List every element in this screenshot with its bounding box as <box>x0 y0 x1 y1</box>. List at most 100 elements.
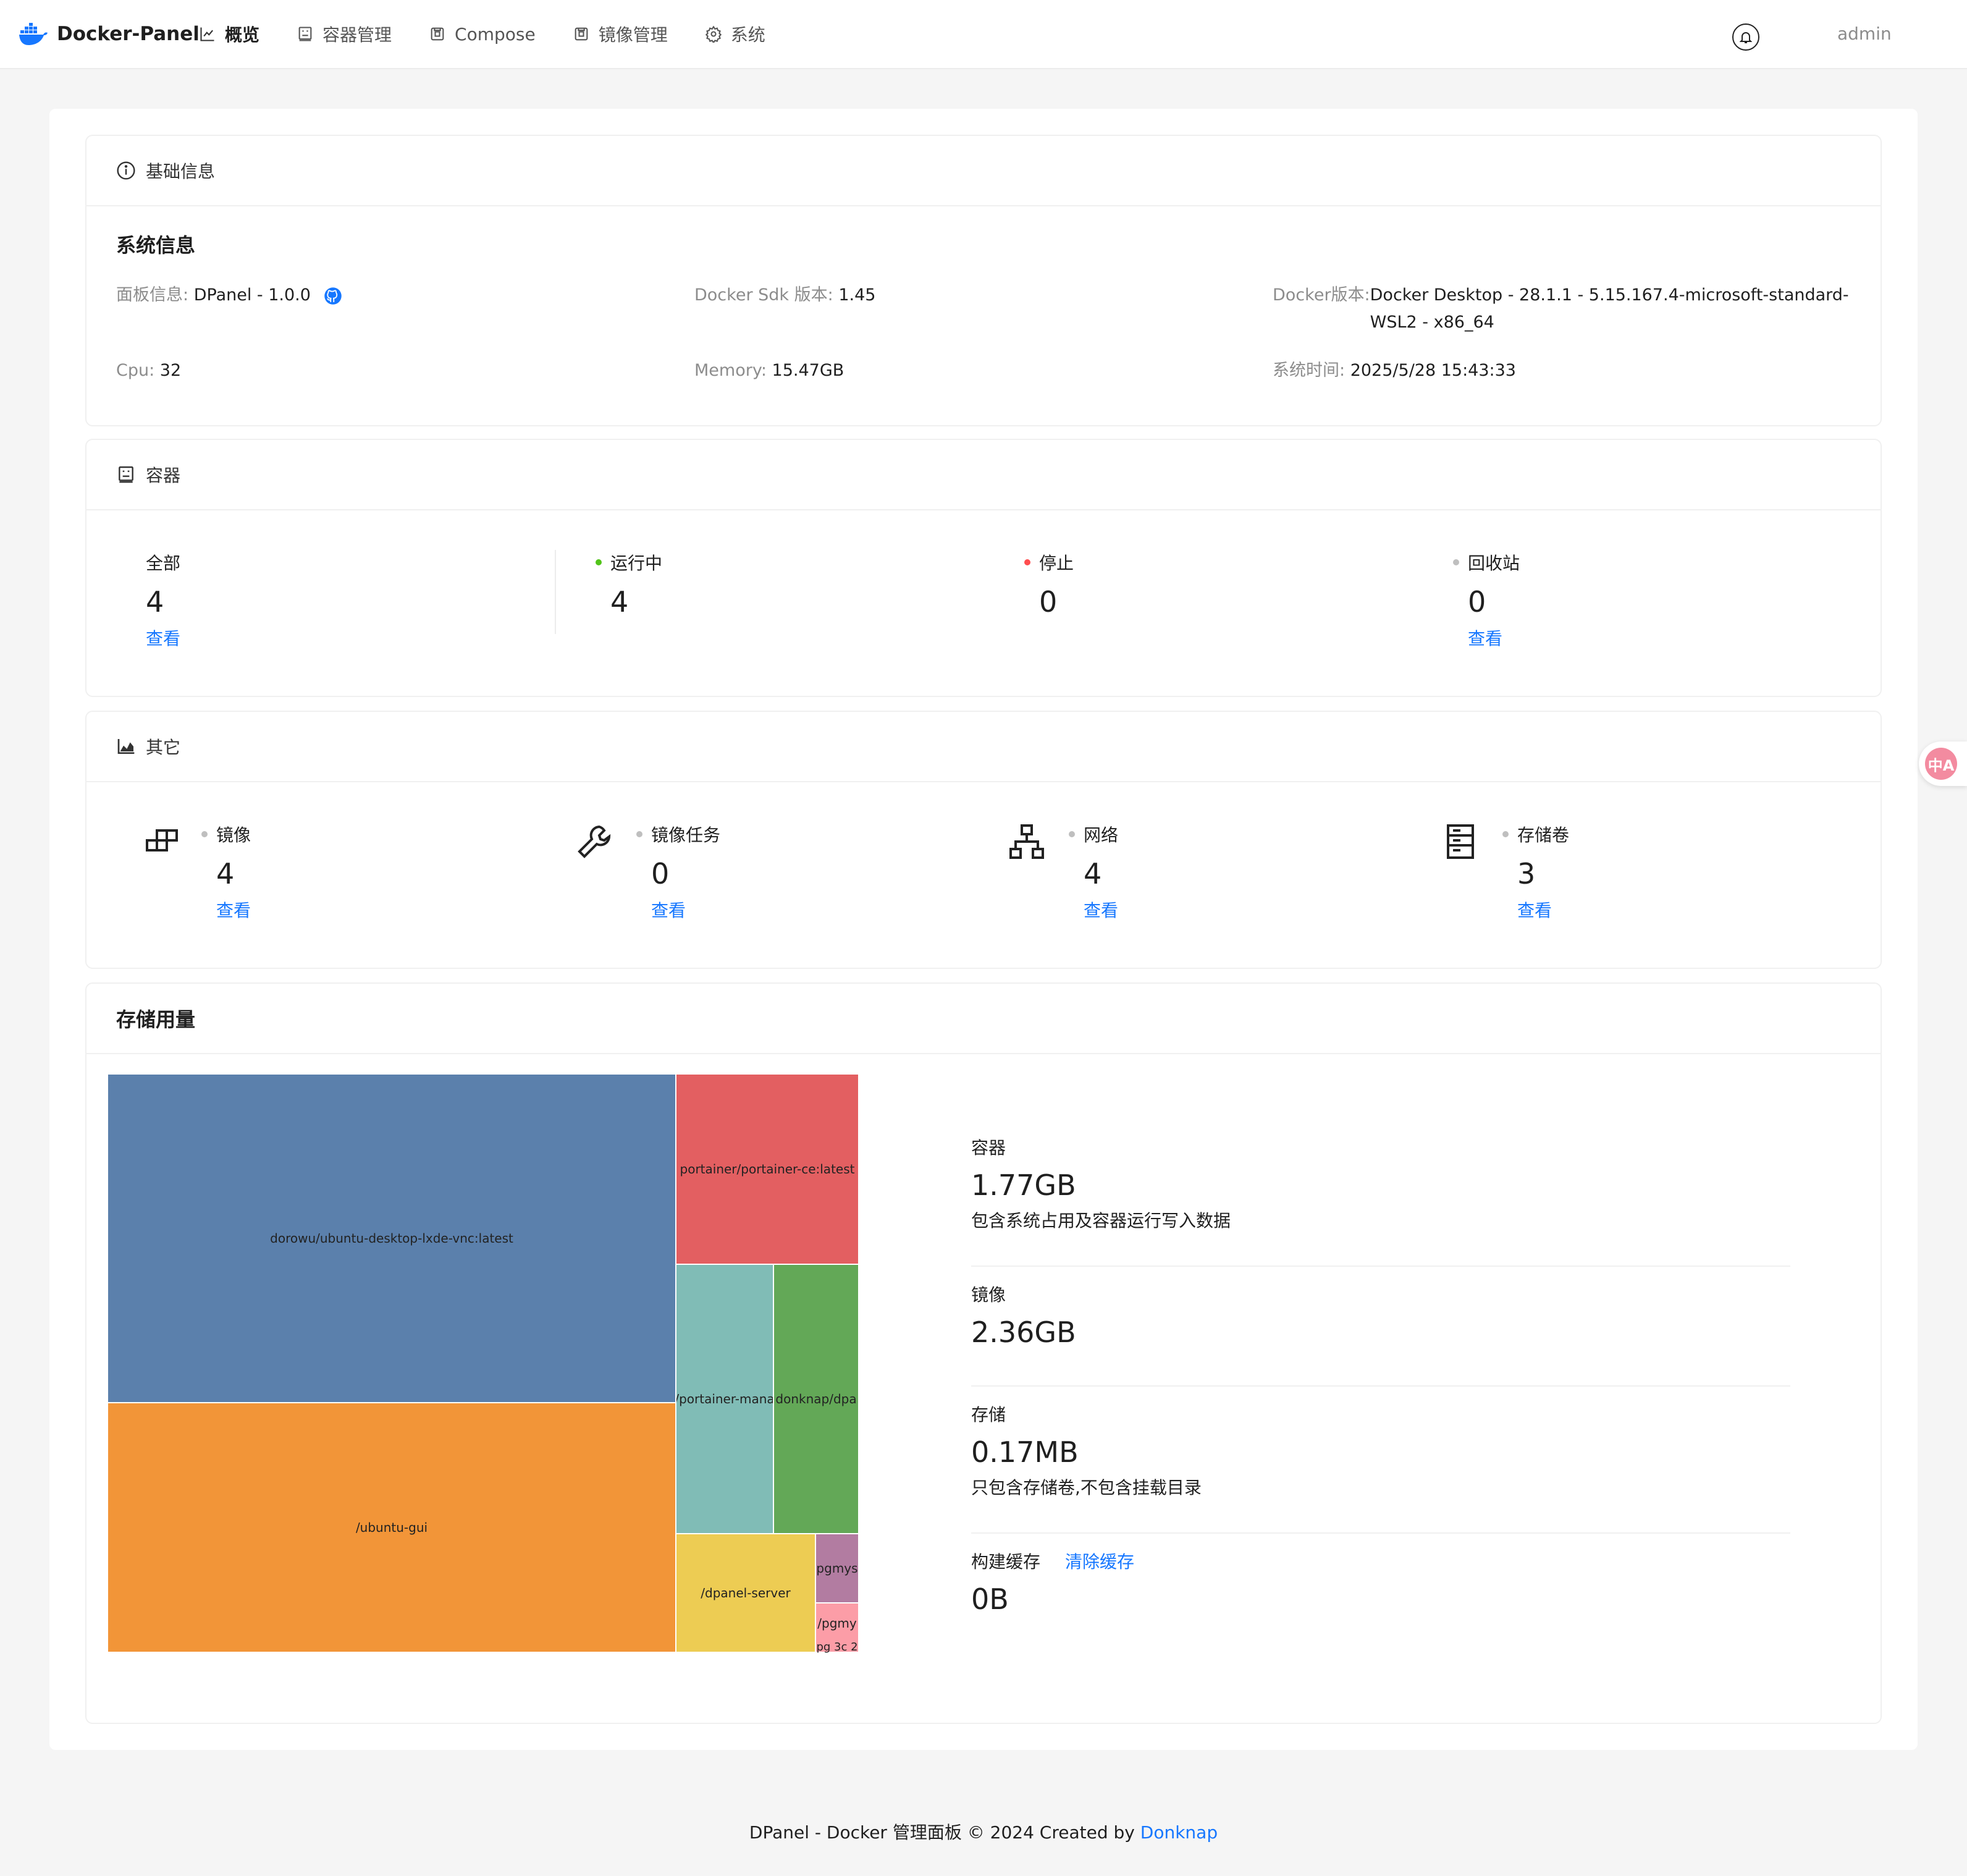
stat-value: 0.17MB <box>971 1435 1079 1469</box>
kv-value-line2: WSL2 - x86_64 <box>1370 313 1494 332</box>
footer: DPanel - Docker 管理面板 © 2024 Created by D… <box>0 1819 1967 1844</box>
nav-label: 系统 <box>730 25 765 45</box>
kv-value: 2025/5/28 15:43:33 <box>1350 361 1516 380</box>
status-dot <box>636 831 642 837</box>
area-chart-icon <box>117 739 135 754</box>
view-link[interactable]: 查看 <box>201 897 251 922</box>
system-time-info: 系统时间: 2025/5/28 15:43:33 <box>1273 357 1516 384</box>
brand[interactable]: Docker-Panel <box>19 19 200 49</box>
stat-label: 镜像任务 <box>651 825 721 845</box>
user-menu[interactable]: admin <box>1837 23 1892 44</box>
section-title: 系统信息 <box>116 234 196 257</box>
nav-compose[interactable]: Compose <box>429 24 536 44</box>
sdk-info: Docker Sdk 版本: 1.45 <box>694 282 875 309</box>
divider <box>971 1532 1790 1534</box>
stat-label: 停止 <box>1039 553 1074 573</box>
nav-label: 镜像管理 <box>598 25 668 45</box>
stat-value: 4 <box>610 585 629 619</box>
storage-stat-images: 镜像 2.36GB <box>971 1282 1790 1350</box>
nav-label: Compose <box>455 23 536 44</box>
notification-bell-button[interactable] <box>1732 23 1759 51</box>
status-dot <box>596 559 602 565</box>
compose-icon <box>431 27 444 41</box>
translate-button[interactable]: 中A <box>1919 742 1967 786</box>
other-card: 其它 镜像 4 查看 镜像任务 0 查看 网络 4 查看 存储卷 3 查看 <box>85 711 1882 969</box>
stat-value: 0B <box>971 1582 1009 1616</box>
divider <box>971 1385 1790 1387</box>
kv-key: Cpu: <box>116 361 155 380</box>
container-icon <box>298 27 312 41</box>
kv-key: 系统时间: <box>1273 361 1346 380</box>
treemap-block[interactable]: /dpanel-server <box>676 1534 815 1652</box>
card-title: 容器 <box>146 465 181 486</box>
stat-label-row: 存储卷 <box>1502 822 1569 847</box>
stat-recycle-bin: 回收站 0 查看 <box>1453 550 1520 650</box>
kv-value-line1: Docker Desktop - 28.1.1 - 5.15.167.4-mic… <box>1370 285 1849 305</box>
treemap-block[interactable]: pgmys <box>815 1534 859 1603</box>
main-nav: 概览 容器管理 Compose 镜像管理 系统 <box>199 19 802 49</box>
stat-value: 4 <box>146 585 164 619</box>
stat-label-row: 停止 <box>1024 550 1074 575</box>
kv-key: Memory: <box>694 361 767 380</box>
translate-icon: 中A <box>1925 748 1957 780</box>
stat-value: 0 <box>651 857 670 890</box>
kv-value: 1.45 <box>838 285 876 305</box>
stat-label: 镜像 <box>216 825 251 845</box>
stat-value: 1.77GB <box>971 1168 1076 1202</box>
chart-icon <box>200 27 214 41</box>
stat-desc: 只包含存储卷,不包含挂载目录 <box>971 1477 1202 1498</box>
kv-key: Docker Sdk 版本: <box>694 285 833 305</box>
footer-text: DPanel - Docker 管理面板 © 2024 Created by <box>749 1822 1135 1843</box>
stat-stopped-containers: 停止 0 <box>1024 550 1074 619</box>
storage-stat-containers: 容器 1.77GB 包含系统占用及容器运行写入数据 <box>971 1134 1790 1232</box>
stat-label: 镜像 <box>971 1285 1006 1305</box>
storage-card: 存储用量 dorowu/ubuntu-desktop-lxde-vnc:late… <box>85 982 1882 1724</box>
stat-label: 全部 <box>146 553 181 573</box>
stat-running-containers: 运行中 4 <box>596 550 662 619</box>
github-icon[interactable] <box>324 287 342 305</box>
stat-label: 存储卷 <box>1517 825 1570 845</box>
stat-value: 0 <box>1039 585 1058 619</box>
kv-key: Docker版本: <box>1273 285 1370 305</box>
stat-label: 运行中 <box>610 553 663 573</box>
view-link[interactable]: 查看 <box>1453 625 1520 650</box>
stat-value: 0 <box>1468 585 1486 619</box>
stat-label: 回收站 <box>1468 553 1520 573</box>
nav-overview[interactable]: 概览 <box>199 22 259 46</box>
stat-label-row: 回收站 <box>1453 550 1520 575</box>
stat-value: 4 <box>216 857 235 890</box>
view-link[interactable]: 查看 <box>636 897 720 922</box>
nav-images[interactable]: 镜像管理 <box>573 22 668 46</box>
status-dot <box>1024 559 1030 565</box>
basic-info-card: 基础信息 系统信息 面板信息: DPanel - 1.0.0 Docker Sd… <box>85 135 1882 426</box>
card-title: 存储用量 <box>116 1008 196 1031</box>
treemap-block-small-label: pg 3c 2 <box>816 1640 858 1654</box>
view-link[interactable]: 查看 <box>146 625 180 650</box>
nav-containers[interactable]: 容器管理 <box>297 22 392 46</box>
stat-label-row: 镜像 <box>201 822 251 847</box>
cpu-info: Cpu: 32 <box>116 357 181 384</box>
treemap-block[interactable]: donknap/dpa <box>773 1264 859 1534</box>
status-dot <box>1502 831 1509 837</box>
stat-label-row: 构建缓存 清除缓存 <box>971 1549 1790 1573</box>
stat-value: 4 <box>1084 857 1102 890</box>
stat-label-row: 网络 <box>1069 822 1118 847</box>
card-header: 基础信息 <box>86 136 1881 206</box>
kv-value: 32 <box>159 361 182 380</box>
card-header: 其它 <box>86 712 1881 782</box>
treemap-block[interactable]: portainer/portainer-ce:latest <box>676 1074 859 1264</box>
clear-cache-button[interactable]: 清除缓存 <box>1065 1549 1134 1573</box>
kv-key: 面板信息: <box>116 285 189 305</box>
treemap-block[interactable]: dorowu/ubuntu-desktop-lxde-vnc:latest <box>107 1074 676 1403</box>
view-link[interactable]: 查看 <box>1069 897 1118 922</box>
treemap-block[interactable]: /ubuntu-gui <box>107 1403 676 1652</box>
main-content: 基础信息 系统信息 面板信息: DPanel - 1.0.0 Docker Sd… <box>49 109 1918 1750</box>
containers-card: 容器 全部 4 查看 运行中 4 停止 0 回收站 0 查看 <box>85 439 1882 697</box>
view-link[interactable]: 查看 <box>1502 897 1569 922</box>
stat-value: 3 <box>1517 857 1536 890</box>
author-link[interactable]: Donknap <box>1140 1822 1218 1843</box>
card-header: 容器 <box>86 440 1881 510</box>
kv-value: 15.47GB <box>772 361 845 380</box>
treemap-block[interactable]: /portainer-mana <box>676 1264 773 1534</box>
nav-system[interactable]: 系统 <box>705 22 765 46</box>
